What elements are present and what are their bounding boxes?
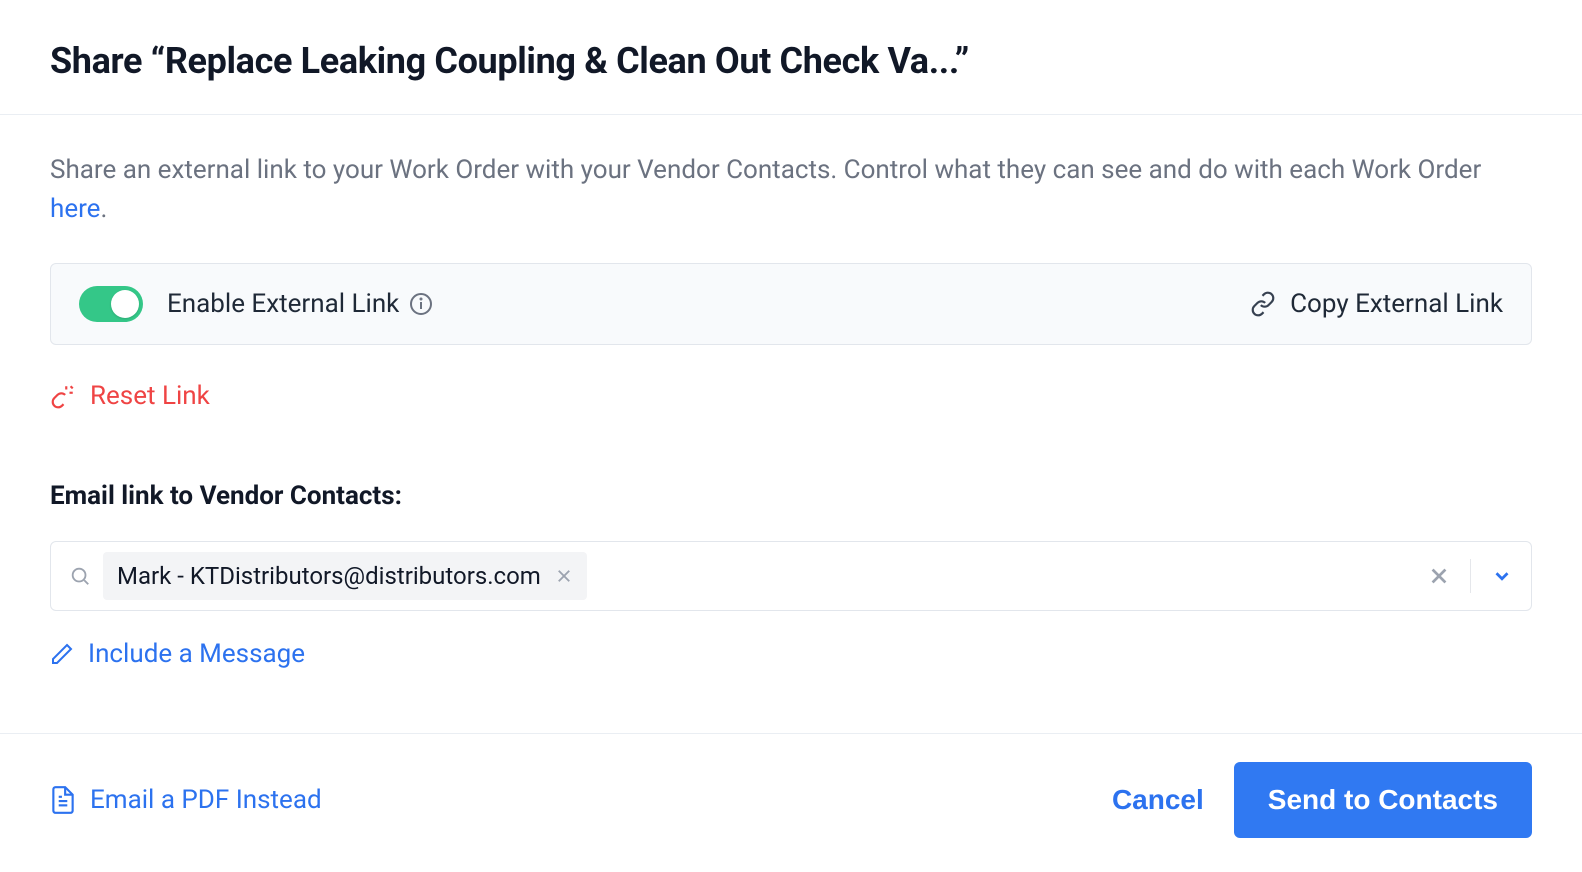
footer-actions: Cancel Send to Contacts <box>1112 762 1532 838</box>
share-modal: Share “Replace Leaking Coupling & Clean … <box>0 0 1582 872</box>
enable-link-label-text: Enable External Link <box>167 289 399 319</box>
intro-before: Share an external link to your Work Orde… <box>50 155 1481 185</box>
enable-link-toggle[interactable] <box>79 286 143 322</box>
reset-link-button[interactable]: Reset Link <box>50 381 1532 411</box>
intro-text: Share an external link to your Work Orde… <box>50 151 1532 229</box>
modal-title: Share “Replace Leaking Coupling & Clean … <box>50 40 1532 82</box>
unlink-icon <box>50 383 76 409</box>
info-icon[interactable] <box>409 292 433 316</box>
enable-link-label: Enable External Link <box>167 289 433 319</box>
search-icon <box>69 565 91 587</box>
file-icon <box>50 785 76 815</box>
enable-left-group: Enable External Link <box>79 286 433 322</box>
email-pdf-button[interactable]: Email a PDF Instead <box>50 785 322 815</box>
modal-body: Share an external link to your Work Orde… <box>0 115 1582 733</box>
modal-footer: Email a PDF Instead Cancel Send to Conta… <box>0 733 1582 872</box>
chip-remove-icon[interactable] <box>555 567 573 585</box>
vendor-contacts-combobox[interactable]: Mark - KTDistributors@distributors.com <box>50 541 1532 611</box>
include-message-label: Include a Message <box>88 639 305 669</box>
cancel-button[interactable]: Cancel <box>1112 784 1204 816</box>
chevron-down-icon[interactable] <box>1491 565 1513 587</box>
contact-chip: Mark - KTDistributors@distributors.com <box>103 552 587 600</box>
copy-external-link-button[interactable]: Copy External Link <box>1250 289 1503 319</box>
enable-external-link-box: Enable External Link Copy External Link <box>50 263 1532 345</box>
link-icon <box>1250 291 1276 317</box>
combo-divider <box>1470 559 1471 593</box>
contact-chip-label: Mark - KTDistributors@distributors.com <box>117 562 541 590</box>
copy-link-label: Copy External Link <box>1290 289 1503 319</box>
send-to-contacts-button[interactable]: Send to Contacts <box>1234 762 1532 838</box>
clear-all-icon[interactable] <box>1428 565 1450 587</box>
include-message-button[interactable]: Include a Message <box>50 639 1532 669</box>
email-pdf-label: Email a PDF Instead <box>90 785 322 815</box>
modal-header: Share “Replace Leaking Coupling & Clean … <box>0 0 1582 115</box>
settings-link[interactable]: here <box>50 194 100 224</box>
toggle-knob <box>111 290 139 318</box>
email-section-label: Email link to Vendor Contacts: <box>50 481 1532 511</box>
reset-link-label: Reset Link <box>90 381 210 411</box>
pencil-icon <box>50 642 74 666</box>
intro-after: . <box>100 194 107 224</box>
